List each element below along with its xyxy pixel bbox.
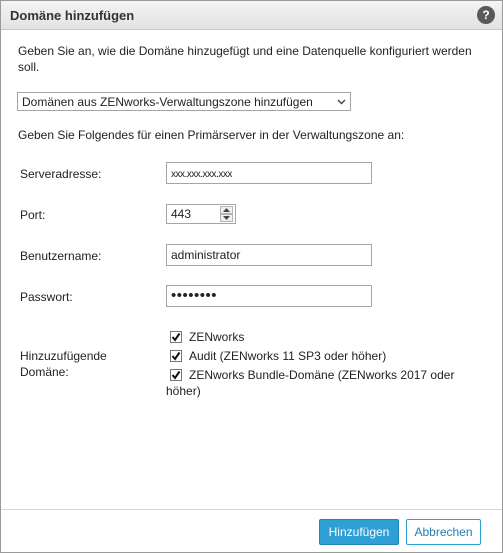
domain-option-bundle-label-wrap: ZENworks Bundle-Domäne (ZENworks 2017 od… [166, 367, 486, 399]
password-label: Passwort: [20, 290, 73, 304]
username-value: administrator [171, 248, 241, 262]
password-value: •••••••• [171, 287, 218, 304]
add-button[interactable]: Hinzufügen [319, 519, 399, 545]
caret-down-icon [223, 216, 230, 220]
domain-source-select-value: Domänen aus ZENworks-Verwaltungszone hin… [22, 95, 313, 109]
checkmark-icon [171, 351, 181, 361]
password-input[interactable]: •••••••• [166, 285, 372, 307]
intro-text: Geben Sie an, wie die Domäne hinzugefügt… [18, 44, 472, 74]
domains-label: Hinzuzufügende Domäne: [20, 349, 107, 379]
caret-up-icon [223, 208, 230, 212]
dialog-titlebar: Domäne hinzufügen ? [1, 1, 502, 30]
domain-option-label: ZENworks [189, 330, 245, 344]
dialog-footer: Hinzufügen Abbrechen [1, 509, 502, 552]
checkbox-zenworks[interactable] [170, 331, 182, 343]
port-label: Port: [20, 208, 46, 222]
cancel-button[interactable]: Abbrechen [406, 519, 481, 545]
chevron-down-icon [337, 99, 346, 105]
port-value: 443 [171, 207, 192, 221]
stepper-buttons [220, 206, 233, 222]
port-stepper[interactable]: 443 [166, 204, 236, 224]
port-decrement-button[interactable] [220, 214, 233, 222]
server-address-value: xxx.xxx.xxx.xxx [171, 169, 232, 180]
domain-source-select[interactable]: Domänen aus ZENworks-Verwaltungszone hin… [17, 92, 351, 111]
domain-option-label: ZENworks Bundle-Domäne (ZENworks 2017 od… [166, 368, 455, 398]
port-increment-button[interactable] [220, 206, 233, 214]
server-address-input[interactable]: xxx.xxx.xxx.xxx [166, 162, 372, 184]
username-label: Benutzername: [20, 249, 102, 263]
domain-option-label: Audit (ZENworks 11 SP3 oder höher) [189, 349, 387, 363]
username-input[interactable]: administrator [166, 244, 372, 266]
add-domain-dialog: Domäne hinzufügen ? Geben Sie an, wie di… [0, 0, 503, 553]
checkbox-audit[interactable] [170, 350, 182, 362]
dialog-title: Domäne hinzufügen [10, 8, 135, 23]
help-icon[interactable]: ? [477, 6, 495, 24]
section-label: Geben Sie Folgendes für einen Primärserv… [18, 128, 405, 142]
server-address-label: Serveradresse: [20, 167, 102, 181]
checkmark-icon [171, 332, 181, 342]
